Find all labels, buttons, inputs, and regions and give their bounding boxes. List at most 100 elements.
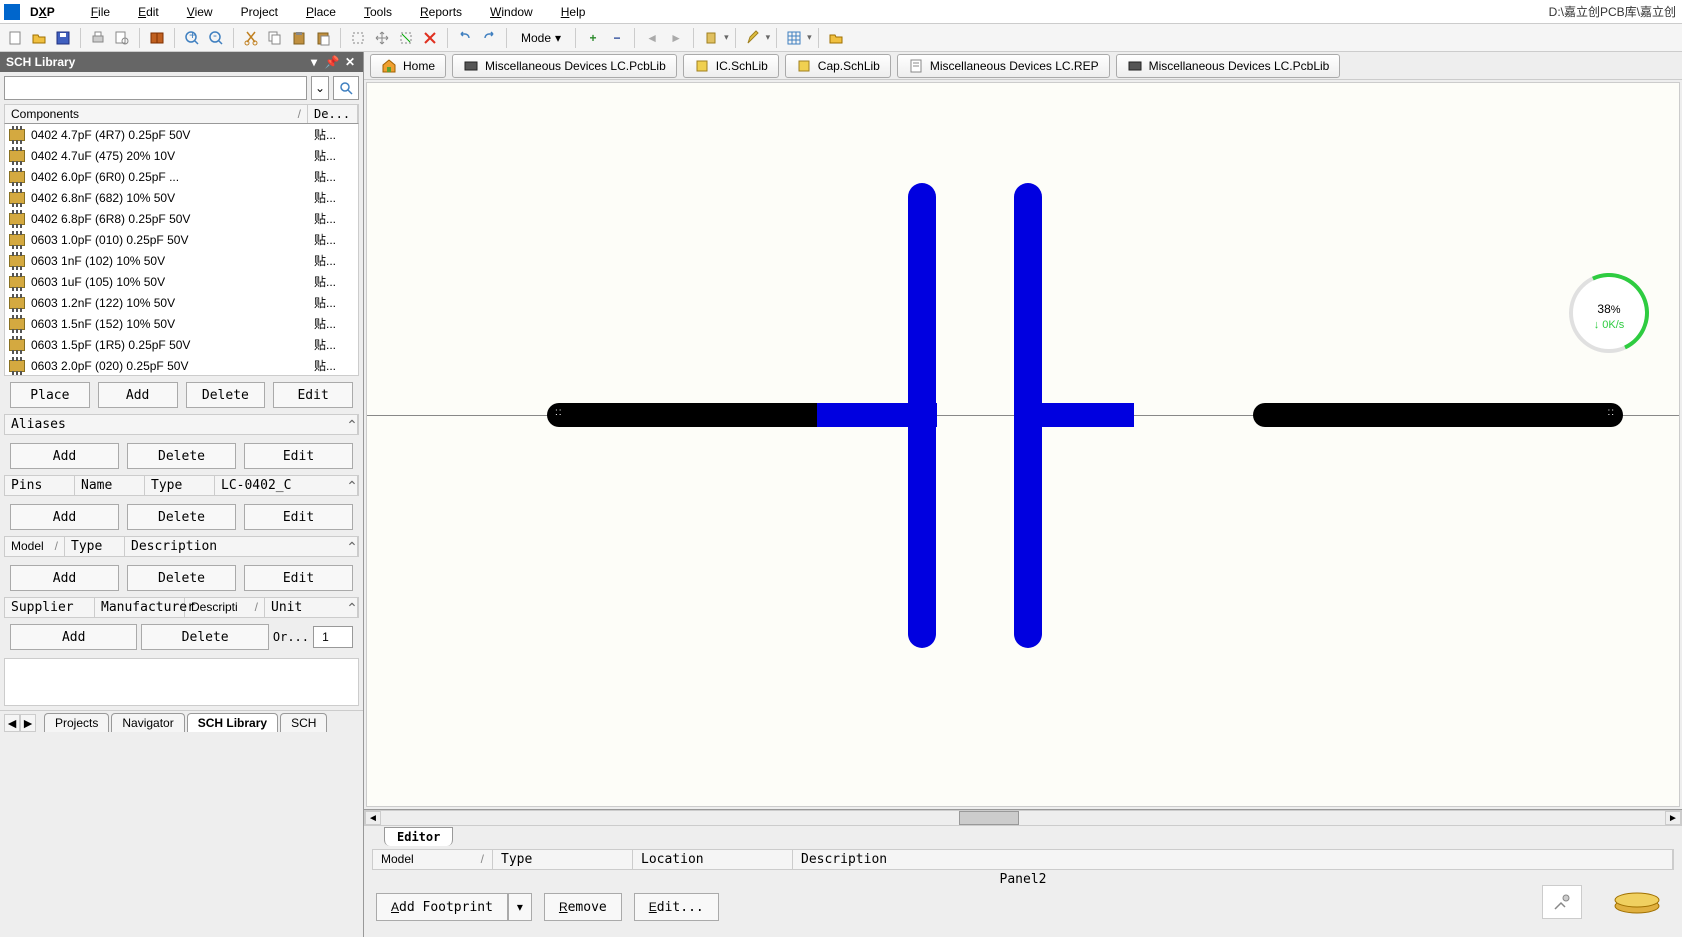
- aliases-header[interactable]: Aliases: [5, 415, 358, 434]
- supplier-col[interactable]: Supplier: [5, 598, 95, 617]
- editor-tab[interactable]: Editor: [384, 827, 453, 846]
- small-dropdown-icon-2[interactable]: ▾: [766, 32, 771, 43]
- schematic-canvas[interactable]: :: :: 38% ↓ 0K/s: [366, 82, 1680, 807]
- tool-icon[interactable]: [1542, 885, 1582, 919]
- menu-project[interactable]: Project: [227, 3, 292, 21]
- zoom-out-icon[interactable]: -: [205, 27, 227, 49]
- tab-rep[interactable]: Miscellaneous Devices LC.REP: [897, 54, 1110, 78]
- tab-home[interactable]: Home: [370, 54, 446, 78]
- pin-right[interactable]: [1253, 403, 1623, 427]
- menu-tools[interactable]: Tools: [350, 3, 406, 21]
- component-row[interactable]: 0402 6.8pF (6R8) 0.25pF 50V贴...: [5, 208, 358, 229]
- copy-icon[interactable]: [264, 27, 286, 49]
- tab-sch-library[interactable]: SCH Library: [187, 713, 278, 732]
- zoom-in-icon[interactable]: +: [181, 27, 203, 49]
- pins-type-col[interactable]: Type: [145, 476, 215, 495]
- scroll-right-icon[interactable]: ►: [1665, 811, 1681, 825]
- pins-add-button[interactable]: Add: [10, 504, 119, 530]
- collapse-icon[interactable]: ⌃: [343, 477, 361, 495]
- component-row[interactable]: 0402 4.7pF (4R7) 0.25pF 50V贴...: [5, 124, 358, 145]
- model-add-button[interactable]: Add: [10, 565, 119, 591]
- add-footprint-dropdown-icon[interactable]: ▾: [508, 893, 532, 921]
- menu-reports[interactable]: Reports: [406, 3, 476, 21]
- aliases-add-button[interactable]: Add: [10, 443, 119, 469]
- edit-button[interactable]: Edit: [273, 382, 353, 408]
- select-rect-icon[interactable]: [347, 27, 369, 49]
- clear-icon[interactable]: [419, 27, 441, 49]
- component-row[interactable]: 0402 6.8nF (682) 10% 50V贴...: [5, 187, 358, 208]
- menu-edit[interactable]: Edit: [124, 3, 173, 21]
- component-3d-icon[interactable]: [1612, 888, 1662, 916]
- component-row[interactable]: 0603 1nF (102) 10% 50V贴...: [5, 250, 358, 271]
- scroll-left-icon[interactable]: ◄: [365, 811, 381, 825]
- collapse-icon[interactable]: ⌃: [343, 416, 361, 434]
- panel-dropdown-icon[interactable]: ▾: [307, 55, 321, 69]
- cap-plate-left[interactable]: [908, 183, 936, 648]
- save-icon[interactable]: [52, 27, 74, 49]
- edit-footprint-button[interactable]: Edit...: [634, 893, 719, 921]
- menu-window[interactable]: Window: [476, 3, 547, 21]
- grid-icon[interactable]: [783, 27, 805, 49]
- pins-delete-button[interactable]: Delete: [127, 504, 236, 530]
- manufacturer-col[interactable]: Manufacturer: [95, 598, 185, 617]
- quantity-stepper[interactable]: [313, 626, 353, 648]
- collapse-icon[interactable]: ⌃: [343, 599, 361, 617]
- components-list[interactable]: 0402 4.7pF (4R7) 0.25pF 50V贴...0402 4.7u…: [4, 124, 359, 376]
- tab-navigator[interactable]: Navigator: [111, 713, 184, 732]
- tab-scroll-left-icon[interactable]: ◄: [4, 714, 20, 732]
- components-col-name[interactable]: Components: [11, 107, 79, 121]
- tab-cap-schlib[interactable]: Cap.SchLib: [785, 54, 891, 78]
- add-footprint-button[interactable]: Add Footprint: [376, 893, 508, 921]
- supplier-add-button[interactable]: Add: [10, 624, 137, 650]
- grid-col-location[interactable]: Location: [633, 850, 793, 869]
- menu-view[interactable]: View: [173, 3, 227, 21]
- app-name[interactable]: DXP: [24, 3, 61, 21]
- tab-pcblib-2[interactable]: Miscellaneous Devices LC.PcbLib: [1116, 54, 1341, 78]
- plus-icon[interactable]: +: [582, 27, 604, 49]
- redo-icon[interactable]: [478, 27, 500, 49]
- component-row[interactable]: 0603 2.0pF (020) 0.25pF 50V贴...: [5, 355, 358, 376]
- small-dropdown-icon[interactable]: ▾: [724, 32, 729, 43]
- pins-name-col[interactable]: Name: [75, 476, 145, 495]
- grid-col-model[interactable]: Model: [381, 852, 414, 867]
- remove-button[interactable]: Remove: [544, 893, 622, 921]
- search-dropdown-icon[interactable]: ⌄: [311, 76, 329, 100]
- tab-pcblib-1[interactable]: Miscellaneous Devices LC.PcbLib: [452, 54, 677, 78]
- model-desc-col[interactable]: Description: [125, 537, 358, 556]
- pin-handle-icon[interactable]: ::: [1607, 407, 1615, 418]
- small-dropdown-icon-3[interactable]: ▾: [807, 32, 812, 43]
- component-row[interactable]: 0402 6.0pF (6R0) 0.25pF ...贴...: [5, 166, 358, 187]
- undo-icon[interactable]: [454, 27, 476, 49]
- mode-dropdown[interactable]: Mode ▾: [513, 29, 569, 47]
- components-col-desc[interactable]: De...: [308, 105, 358, 123]
- search-icon[interactable]: [333, 76, 359, 100]
- model-delete-button[interactable]: Delete: [127, 565, 236, 591]
- model-edit-button[interactable]: Edit: [244, 565, 353, 591]
- pencil-icon[interactable]: [742, 27, 764, 49]
- place-button[interactable]: Place: [10, 382, 90, 408]
- pins-edit-button[interactable]: Edit: [244, 504, 353, 530]
- grid-col-type[interactable]: Type: [493, 850, 633, 869]
- delete-button[interactable]: Delete: [186, 382, 266, 408]
- component-row[interactable]: 0603 1uF (105) 10% 50V贴...: [5, 271, 358, 292]
- grid-col-description[interactable]: Description: [793, 850, 1673, 869]
- open-file-icon[interactable]: [28, 27, 50, 49]
- scrollbar-thumb[interactable]: [959, 811, 1019, 825]
- pin-handle-icon[interactable]: ::: [555, 407, 563, 418]
- cut-icon[interactable]: [240, 27, 262, 49]
- print-icon[interactable]: [87, 27, 109, 49]
- component-row[interactable]: 0603 1.5nF (152) 10% 50V贴...: [5, 313, 358, 334]
- component-row[interactable]: 0603 1.5pF (1R5) 0.25pF 50V贴...: [5, 334, 358, 355]
- paste-icon[interactable]: [288, 27, 310, 49]
- tab-ic-schlib[interactable]: IC.SchLib: [683, 54, 779, 78]
- move-icon[interactable]: [371, 27, 393, 49]
- minus-icon[interactable]: −: [606, 27, 628, 49]
- supplier-delete-button[interactable]: Delete: [141, 624, 268, 650]
- deselect-icon[interactable]: [395, 27, 417, 49]
- pins-col[interactable]: Pins: [5, 476, 75, 495]
- model-col[interactable]: Model: [11, 539, 44, 554]
- tab-scroll-right-icon[interactable]: ►: [20, 714, 36, 732]
- cap-plate-right[interactable]: [1014, 183, 1042, 648]
- search-input[interactable]: [4, 76, 307, 100]
- tab-projects[interactable]: Projects: [44, 713, 109, 732]
